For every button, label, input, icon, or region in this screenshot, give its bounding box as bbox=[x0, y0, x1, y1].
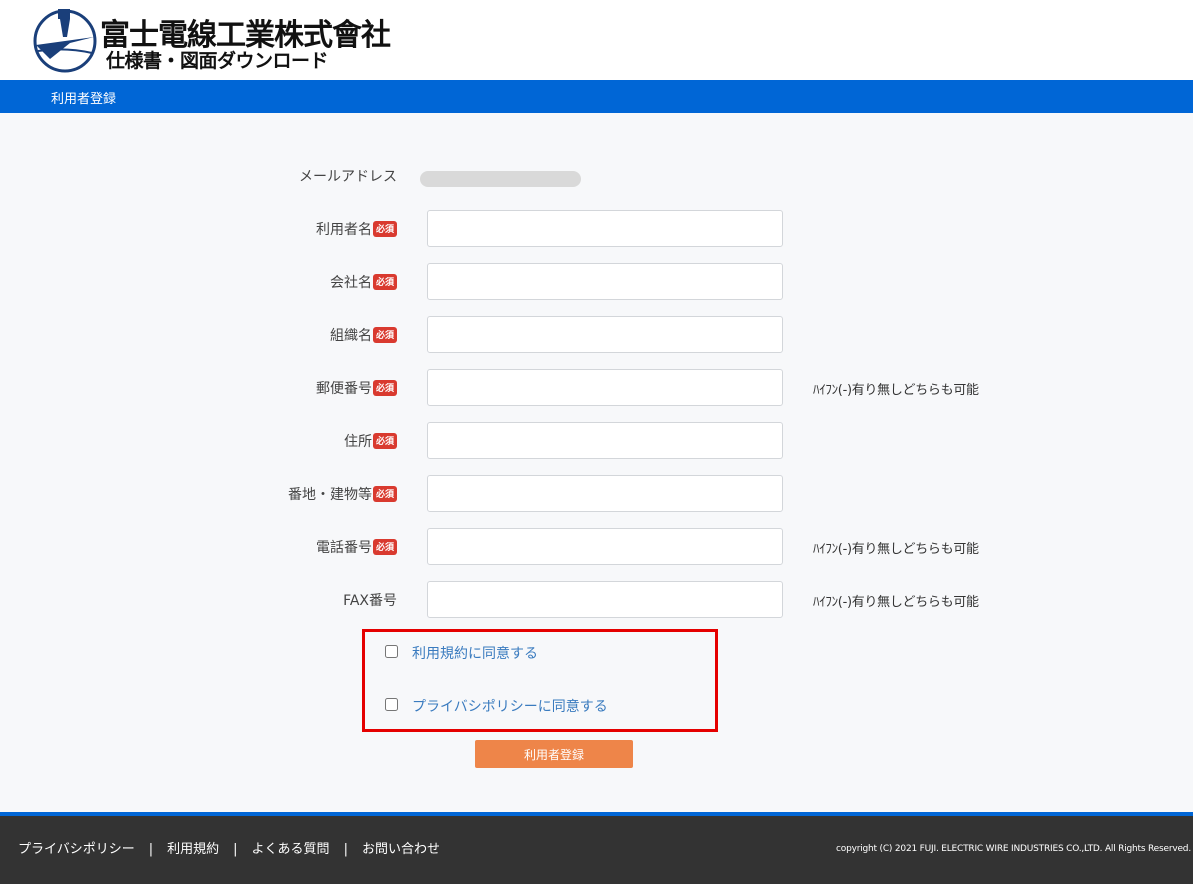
terms-link[interactable]: 利用規約に同意する bbox=[412, 643, 538, 663]
site-subtitle: 仕様書・図面ダウンロード bbox=[106, 50, 329, 72]
phone-label: 電話番号 必須 bbox=[0, 537, 397, 557]
footer-separator: | bbox=[148, 842, 154, 857]
privacy-checkbox[interactable] bbox=[385, 698, 398, 711]
user-name-label: 利用者名 必須 bbox=[0, 219, 397, 239]
required-badge: 必須 bbox=[372, 274, 397, 290]
fax-hint: ﾊｲﾌﾝ(-)有り無しどちらも可能 bbox=[813, 595, 979, 610]
page-title: 利用者登録 bbox=[51, 92, 117, 107]
address-input[interactable] bbox=[427, 422, 783, 459]
required-badge: 必須 bbox=[372, 327, 397, 343]
phone-input[interactable] bbox=[427, 528, 783, 565]
address-label: 住所 必須 bbox=[0, 431, 397, 451]
footer-links: プライバシポリシー | 利用規約 | よくある質問 | お問い合わせ bbox=[18, 838, 440, 857]
nav-bar: 利用者登録 bbox=[0, 80, 1193, 113]
privacy-link[interactable]: プライバシポリシーに同意する bbox=[412, 696, 608, 716]
footer-faq-link[interactable]: よくある質問 bbox=[252, 842, 330, 857]
organization-label: 組織名 必須 bbox=[0, 325, 397, 345]
required-badge: 必須 bbox=[372, 539, 397, 555]
required-badge: 必須 bbox=[372, 380, 397, 396]
company-name-input[interactable] bbox=[427, 263, 783, 300]
organization-input[interactable] bbox=[427, 316, 783, 353]
postal-code-input[interactable] bbox=[427, 369, 783, 406]
user-name-input[interactable] bbox=[427, 210, 783, 247]
email-value-redacted bbox=[420, 171, 581, 187]
street-building-label: 番地・建物等 必須 bbox=[0, 484, 397, 504]
site-footer: プライバシポリシー | 利用規約 | よくある質問 | お問い合わせ copyright (… bbox=[0, 812, 1193, 884]
required-badge: 必須 bbox=[372, 433, 397, 449]
fax-input[interactable] bbox=[427, 581, 783, 618]
footer-separator: | bbox=[343, 842, 348, 857]
terms-checkbox[interactable] bbox=[385, 645, 398, 658]
required-badge: 必須 bbox=[372, 221, 397, 237]
footer-terms-link[interactable]: 利用規約 bbox=[167, 842, 219, 857]
company-logo-icon bbox=[33, 9, 97, 73]
company-name-label: 会社名 必須 bbox=[0, 272, 397, 292]
fax-label: FAX番号 bbox=[343, 593, 397, 609]
phone-hint: ﾊｲﾌﾝ(-)有り無しどちらも可能 bbox=[813, 542, 979, 557]
postal-code-label: 郵便番号 必須 bbox=[0, 378, 397, 398]
footer-contact-link[interactable]: お問い合わせ bbox=[362, 842, 440, 857]
copyright-text: copyright (C) 2021 FUJI. ELECTRIC WIRE I… bbox=[836, 844, 1191, 854]
register-button[interactable]: 利用者登録 bbox=[475, 740, 633, 768]
email-label: メールアドレス bbox=[299, 169, 397, 185]
required-badge: 必須 bbox=[372, 486, 397, 502]
footer-privacy-link[interactable]: プライバシポリシー bbox=[18, 842, 135, 857]
postal-code-hint: ﾊｲﾌﾝ(-)有り無しどちらも可能 bbox=[813, 383, 979, 398]
footer-separator: | bbox=[233, 842, 238, 857]
site-header: 富士電線工業株式會社 仕様書・図面ダウンロード bbox=[0, 0, 1193, 80]
street-building-input[interactable] bbox=[427, 475, 783, 512]
